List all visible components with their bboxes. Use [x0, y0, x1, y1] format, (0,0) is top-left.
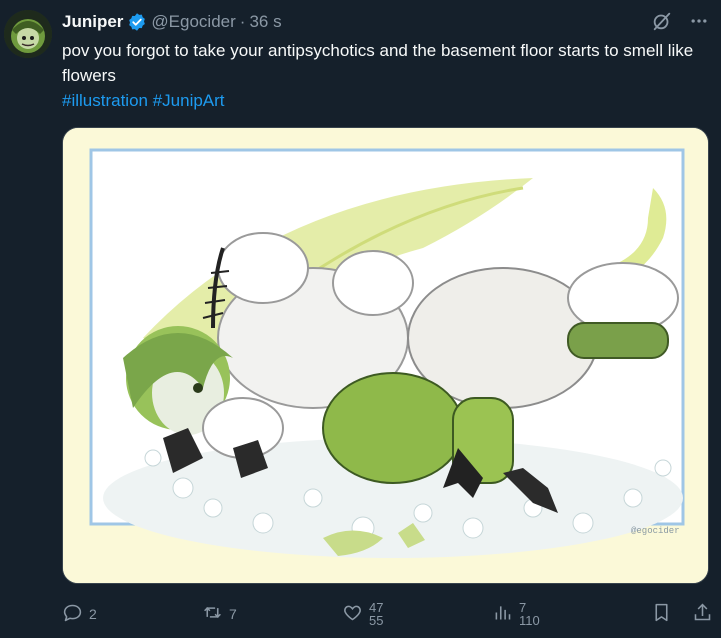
reply-button[interactable]: 2: [62, 602, 202, 626]
grok-icon[interactable]: [651, 10, 673, 32]
like-count-old: 47: [369, 601, 384, 614]
separator-dot: ·: [239, 12, 246, 31]
hashtags[interactable]: #illustration #JunipArt: [62, 88, 712, 113]
tweet-text: pov you forgot to take your antipsychoti…: [62, 38, 712, 113]
handle[interactable]: @Egocider: [151, 12, 235, 32]
top-right-icons: [651, 9, 709, 33]
views-count-new: 110: [519, 614, 540, 627]
tweet-actions: 2 7 47 55 7 110: [62, 597, 713, 631]
repost-button[interactable]: 7: [202, 602, 342, 626]
secondary-actions: [651, 602, 713, 626]
tweet: Juniper @Egocider · 36 s pov you forgot …: [0, 0, 721, 638]
verified-badge-icon: [127, 12, 147, 32]
like-count-new: 55: [369, 614, 384, 627]
views-count-old: 7: [519, 601, 527, 614]
more-icon[interactable]: [689, 11, 709, 31]
bookmark-icon[interactable]: [651, 602, 672, 626]
tweet-header: Juniper @Egocider · 36 s: [62, 11, 651, 33]
like-button[interactable]: 47 55: [342, 601, 492, 627]
like-icon: [342, 602, 363, 626]
like-count: 47 55: [369, 601, 383, 627]
reply-count: 2: [89, 606, 97, 622]
reply-icon: [62, 602, 83, 626]
timestamp[interactable]: 36 s: [249, 12, 281, 32]
views-icon: [492, 602, 513, 626]
views-count: 7 110: [519, 601, 540, 627]
display-name[interactable]: Juniper: [62, 12, 123, 32]
avatar[interactable]: [4, 10, 52, 58]
repost-count: 7: [229, 606, 237, 622]
views-button[interactable]: 7 110: [492, 601, 622, 627]
tweet-image[interactable]: @egocider: [62, 127, 709, 584]
repost-icon: [202, 602, 223, 626]
share-icon[interactable]: [692, 602, 713, 626]
tweet-body: pov you forgot to take your antipsychoti…: [62, 41, 694, 85]
watermark: @egocider: [631, 526, 680, 536]
